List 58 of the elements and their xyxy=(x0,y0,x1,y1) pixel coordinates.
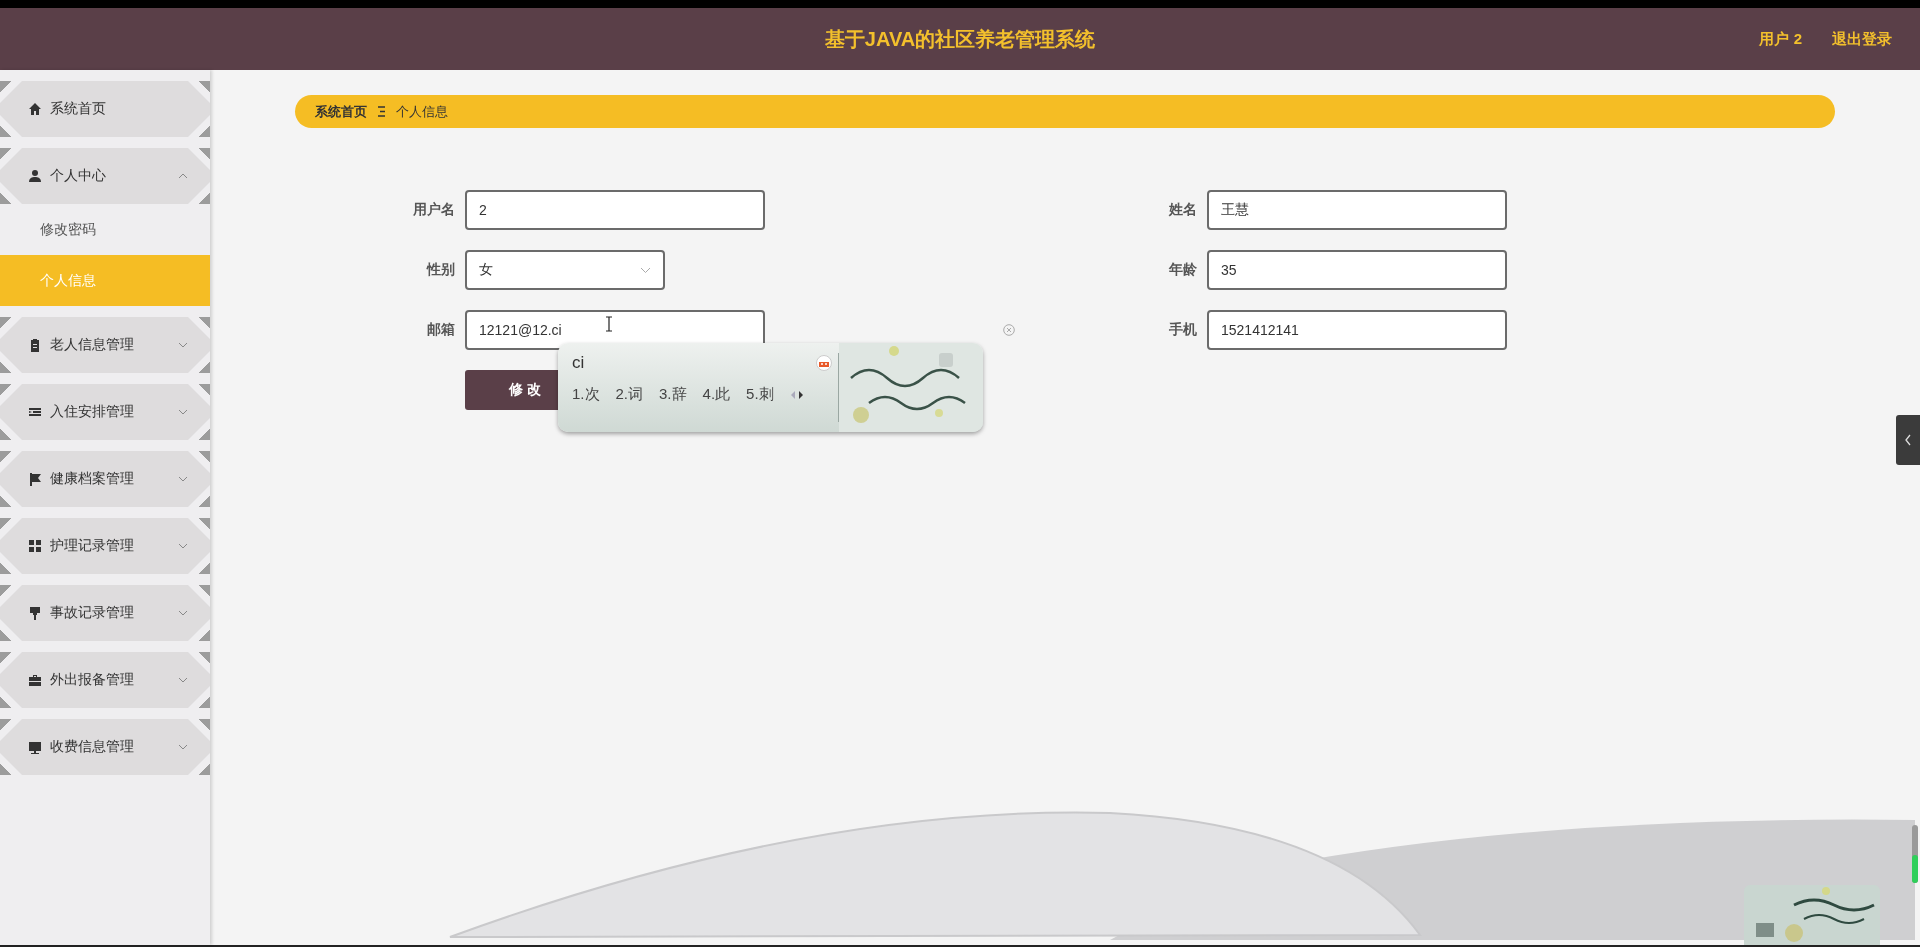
input-field[interactable]: 1521412141 xyxy=(1207,310,1507,350)
ime-candidate[interactable]: 4.此 xyxy=(702,385,731,404)
sidebar-item[interactable]: 事故记录管理 xyxy=(0,585,210,641)
input-field[interactable]: 2 xyxy=(465,190,765,230)
sidebar-item-label: 收费信息管理 xyxy=(50,738,134,756)
field-label: 邮箱 xyxy=(426,321,455,339)
input-field[interactable]: 35 xyxy=(1207,250,1507,290)
text-cursor-icon xyxy=(605,316,613,332)
ime-candidate[interactable]: 3.辞 xyxy=(659,385,687,404)
sidebar-item[interactable]: 护理记录管理 xyxy=(0,518,210,574)
sidebar-item[interactable]: 系统首页 xyxy=(0,81,210,137)
level-meter-icon xyxy=(1912,825,1918,883)
ime-candidate[interactable]: 2.词 xyxy=(615,385,644,404)
ime-logo-icon xyxy=(816,355,832,371)
clear-icon[interactable] xyxy=(1003,324,1015,336)
page-arrows-icon[interactable] xyxy=(789,389,804,400)
sidebar-item-label: 个人中心 xyxy=(50,167,106,185)
menu-item-icon xyxy=(28,338,42,352)
sidebar-item-label: 老人信息管理 xyxy=(50,336,134,354)
input-field[interactable]: 王慧 xyxy=(1207,190,1507,230)
submenu-item[interactable]: 修改密码 xyxy=(0,204,210,255)
sidebar-item[interactable]: 个人中心 xyxy=(0,148,210,204)
sidebar-item[interactable]: 收费信息管理 xyxy=(0,719,210,775)
menu-item-icon xyxy=(28,472,42,486)
sidebar-item[interactable]: 外出报备管理 xyxy=(0,652,210,708)
sidebar-item[interactable]: 健康档案管理 xyxy=(0,451,210,507)
menu-item-icon xyxy=(28,606,42,620)
menu-item-icon xyxy=(28,539,42,553)
sidebar-item[interactable]: 老人信息管理 xyxy=(0,317,210,373)
sidebar-item-label: 系统首页 xyxy=(50,100,106,118)
chevron-down-icon xyxy=(640,266,651,274)
menu-item-icon xyxy=(28,740,42,754)
sidebar-item-label: 事故记录管理 xyxy=(50,604,134,622)
site-title: 基于JAVA的社区养老管理系统 xyxy=(824,26,1096,52)
sidebar-item-label: 外出报备管理 xyxy=(50,671,134,689)
separator-icon xyxy=(377,106,386,117)
field-label: 手机 xyxy=(1168,321,1197,339)
field-label: 用户名 xyxy=(412,201,455,219)
breadcrumb-current: 个人信息 xyxy=(396,102,448,121)
menu-item-icon xyxy=(28,169,42,183)
dropdown-field[interactable]: 女 xyxy=(465,250,665,290)
logout-link[interactable]: 退出登录 xyxy=(1832,29,1892,49)
field-label: 年龄 xyxy=(1168,261,1197,279)
field-label: 性别 xyxy=(425,261,455,279)
sidebar-item-label: 入住安排管理 xyxy=(50,403,134,421)
field-label: 姓名 xyxy=(1168,201,1197,219)
chevron-left-icon xyxy=(1904,434,1912,446)
sidebar-item-label: 健康档案管理 xyxy=(50,470,134,488)
sidebar-item-label: 护理记录管理 xyxy=(50,537,134,555)
ime-input-text: ci xyxy=(572,353,585,373)
sidebar-item[interactable]: 入住安排管理 xyxy=(0,384,210,440)
ime-candidate[interactable]: 5.刺 xyxy=(746,385,774,404)
menu-item-icon xyxy=(28,405,42,419)
menu-item-icon xyxy=(28,102,42,116)
breadcrumb-link[interactable]: 系统首页 xyxy=(315,102,367,121)
side-panel-toggle[interactable] xyxy=(1896,415,1920,465)
user-name-link[interactable]: 用户 2 xyxy=(1759,29,1802,49)
menu-item-icon xyxy=(28,673,42,687)
